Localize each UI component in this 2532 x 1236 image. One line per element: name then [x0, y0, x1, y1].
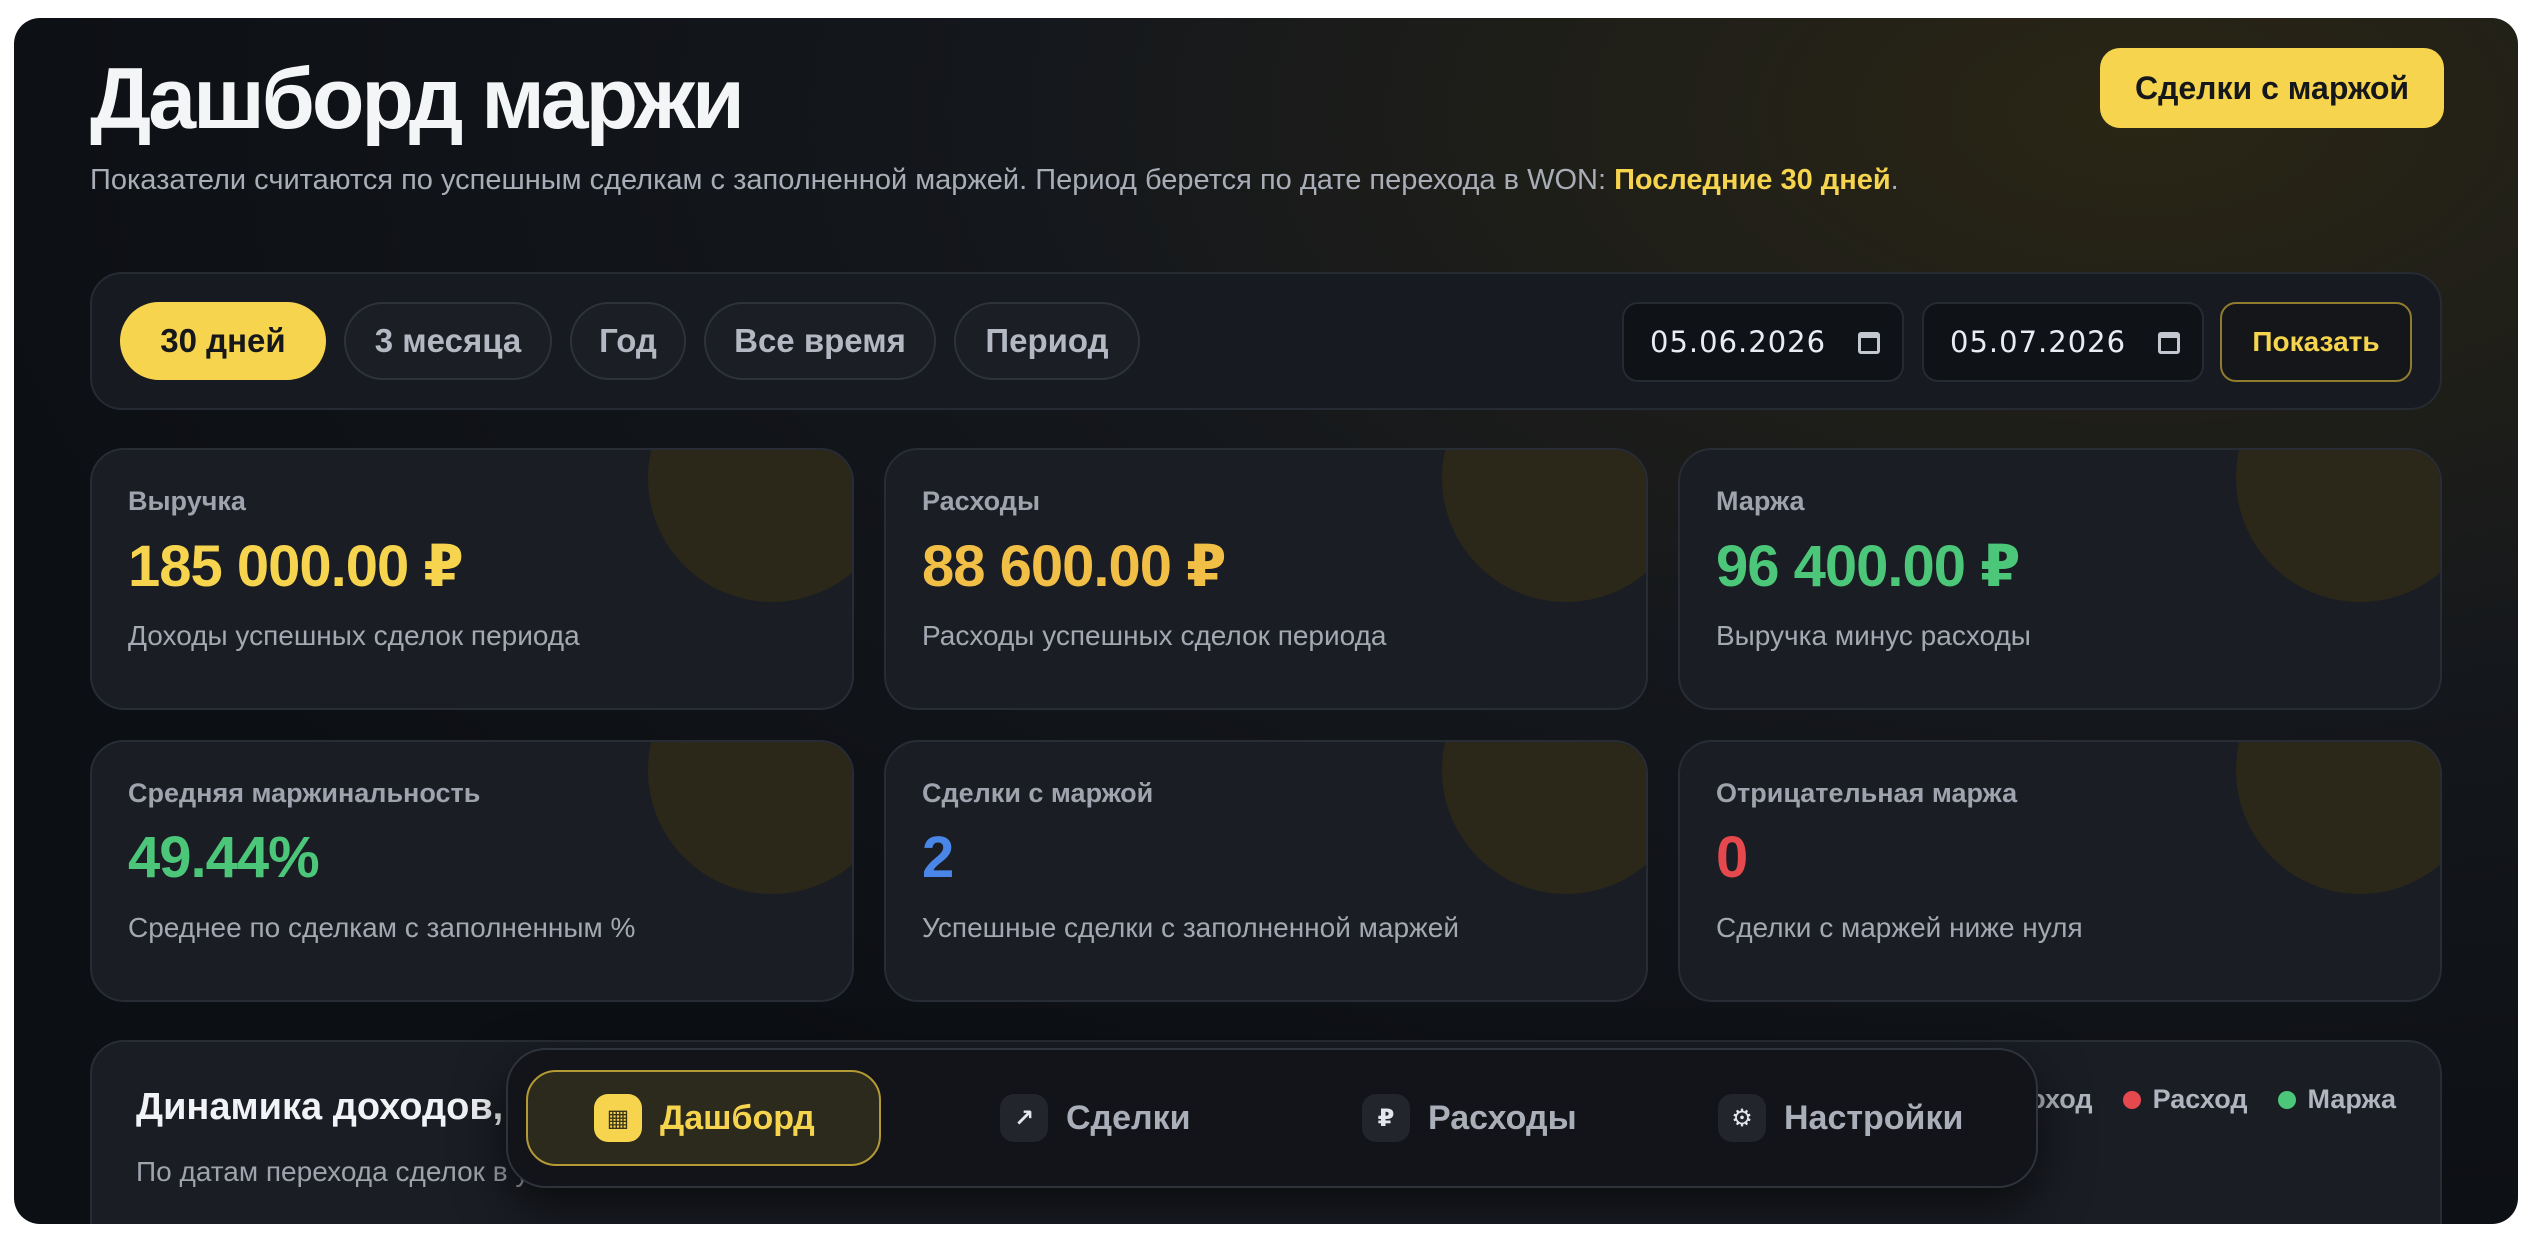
date-from-value: 05.06.2026 [1650, 325, 1827, 359]
calendar-icon[interactable] [1858, 332, 1880, 354]
kpi-card-avg-margin: Средняя маржинальность 49.44% Среднее по… [90, 740, 854, 1002]
legend-dot [2122, 1090, 2141, 1109]
kpi-description: Среднее по сделкам с заполненным % [128, 912, 636, 943]
legend-dot [2277, 1090, 2296, 1109]
nav-item-expenses[interactable]: ₽ Расходы [1362, 1070, 1577, 1166]
kpi-label: Расходы [922, 486, 1041, 516]
ruble-icon: ₽ [1362, 1094, 1410, 1142]
kpi-description: Успешные сделки с заполненной маржей [922, 912, 1459, 943]
kpi-card-deals-count: Сделки с маржой 2 Успешные сделки с запо… [884, 740, 1648, 1002]
nav-item-deals[interactable]: ↗ Сделки [1000, 1070, 1191, 1166]
chart-title: Динамика доходов, [136, 1086, 504, 1128]
kpi-card-margin: Маржа 96 400.00 ₽ Выручка минус расходы [1678, 448, 2442, 710]
kpi-label: Отрицательная маржа [1716, 778, 2018, 808]
legend-label: Расход [2152, 1084, 2248, 1114]
kpi-value: 0 [1716, 825, 1748, 890]
kpi-description: Доходы успешных сделок периода [128, 620, 580, 651]
period-filter-bar: 30 дней 3 месяца Год Все время Период 05… [90, 272, 2442, 410]
card-decoration [1442, 450, 1646, 602]
nav-item-dashboard[interactable]: ▦ Дашборд [526, 1070, 881, 1166]
date-to-value: 05.07.2026 [1950, 325, 2127, 359]
kpi-description: Сделки с маржей ниже нуля [1716, 912, 2083, 943]
legend-label: оход [2029, 1084, 2093, 1114]
kpi-description: Расходы успешных сделок периода [922, 620, 1387, 651]
legend-item-expense: Расход [2122, 1084, 2248, 1115]
kpi-label: Сделки с маржой [922, 778, 1154, 808]
legend-label: Маржа [2307, 1084, 2396, 1114]
kpi-label: Маржа [1716, 486, 1805, 516]
kpi-value: 49.44% [128, 825, 320, 890]
subtitle-end: . [1890, 164, 1899, 196]
nav-label: Дашборд [660, 1098, 815, 1137]
kpi-card-expenses: Расходы 88 600.00 ₽ Расходы успешных сде… [884, 448, 1648, 710]
page-title: Дашборд маржи [90, 51, 745, 147]
chip-custom-period[interactable]: Период [954, 302, 1140, 380]
nav-item-settings[interactable]: ⚙ Настройки [1718, 1070, 1963, 1166]
chip-all-time[interactable]: Все время [704, 302, 936, 380]
calendar-icon[interactable] [2158, 332, 2180, 354]
kpi-value: 185 000.00 ₽ [128, 534, 464, 599]
deals-with-margin-button[interactable]: Сделки с маржой [2100, 48, 2444, 128]
date-from-input[interactable]: 05.06.2026 [1622, 302, 1904, 382]
kpi-value: 96 400.00 ₽ [1716, 534, 2020, 599]
card-decoration [1442, 742, 1646, 894]
kpi-description: Выручка минус расходы [1716, 620, 2031, 651]
kpi-label: Средняя маржинальность [128, 778, 481, 808]
chart-legend: оход Расход Маржа [1999, 1084, 2396, 1115]
kpi-card-negative-margin: Отрицательная маржа 0 Сделки с маржей ни… [1678, 740, 2442, 1002]
app-window: Дашборд маржи Показатели считаются по ус… [14, 18, 2518, 1224]
kpi-card-revenue: Выручка 185 000.00 ₽ Доходы успешных сде… [90, 448, 854, 710]
dashboard-icon: ▦ [594, 1094, 642, 1142]
subtitle-text: Показатели считаются по успешным сделкам… [90, 164, 1615, 196]
nav-label: Сделки [1066, 1098, 1191, 1137]
active-period-label: Последние 30 дней [1614, 164, 1891, 196]
kpi-label: Выручка [128, 486, 246, 516]
chip-3-months[interactable]: 3 месяца [344, 302, 552, 380]
card-decoration [648, 450, 852, 602]
date-to-input[interactable]: 05.07.2026 [1922, 302, 2204, 382]
card-decoration [2236, 450, 2440, 602]
nav-label: Расходы [1428, 1098, 1577, 1137]
kpi-value: 88 600.00 ₽ [922, 534, 1226, 599]
kpi-value: 2 [922, 825, 954, 890]
card-decoration [2236, 742, 2440, 894]
show-button[interactable]: Показать [2220, 302, 2412, 382]
page-subtitle: Показатели считаются по успешным сделкам… [90, 164, 1899, 197]
bottom-navigation: ▦ Дашборд ↗ Сделки ₽ Расходы ⚙ Настройки [506, 1048, 2038, 1188]
arrow-up-right-icon: ↗ [1000, 1094, 1048, 1142]
gear-icon: ⚙ [1718, 1094, 1766, 1142]
chip-30-days[interactable]: 30 дней [120, 302, 326, 380]
chip-year[interactable]: Год [570, 302, 686, 380]
chart-subtitle: По датам перехода сделок в у [136, 1156, 530, 1187]
card-decoration [648, 742, 852, 894]
nav-label: Настройки [1784, 1098, 1964, 1137]
legend-item-margin: Маржа [2277, 1084, 2396, 1115]
